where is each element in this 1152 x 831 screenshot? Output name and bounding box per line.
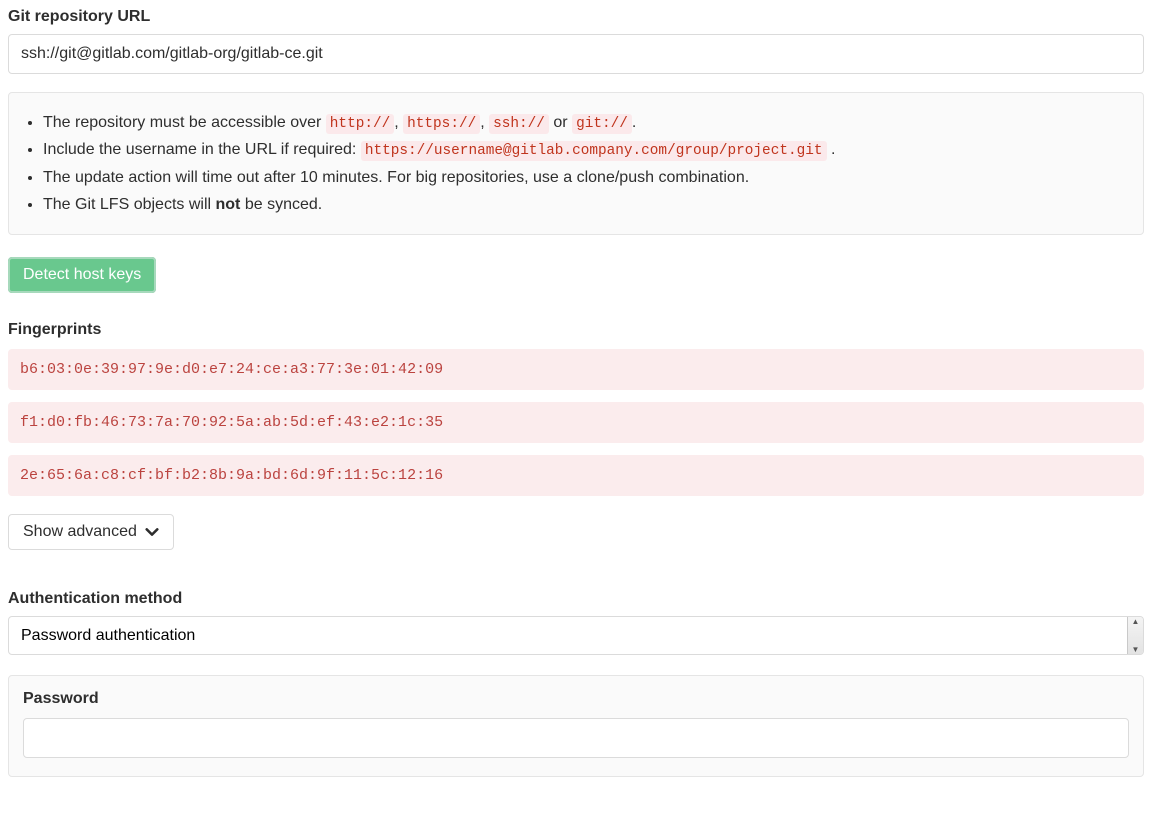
repo-url-input[interactable] [8,34,1144,74]
fingerprint-item: f1:d0:fb:46:73:7a:70:92:5a:ab:5d:ef:43:e… [8,402,1144,443]
help-item-protocols: The repository must be accessible over h… [43,109,1125,136]
show-advanced-button[interactable]: Show advanced [8,514,174,550]
help-item-username: Include the username in the URL if requi… [43,136,1125,163]
help-item-timeout: The update action will time out after 10… [43,164,1125,191]
fingerprint-item: b6:03:0e:39:97:9e:d0:e7:24:ce:a3:77:3e:0… [8,349,1144,390]
auth-method-label: Authentication method [8,590,1144,608]
code-ssh: ssh:// [489,114,549,134]
fingerprint-item: 2e:65:6a:c8:cf:bf:b2:8b:9a:bd:6d:9f:11:5… [8,455,1144,496]
password-label: Password [23,690,1129,708]
code-git: git:// [572,114,632,134]
password-input[interactable] [23,718,1129,758]
help-item-lfs: The Git LFS objects will not be synced. [43,191,1125,218]
password-panel: Password [8,675,1144,777]
repo-url-label: Git repository URL [8,8,1144,26]
code-http: http:// [326,114,394,134]
code-https: https:// [403,114,480,134]
fingerprints-label: Fingerprints [8,321,1144,339]
chevron-down-icon [145,525,159,539]
repo-help-well: The repository must be accessible over h… [8,92,1144,235]
detect-host-keys-button[interactable]: Detect host keys [8,257,156,293]
auth-method-select[interactable]: Password authentication [8,616,1144,655]
show-advanced-label: Show advanced [23,523,137,541]
code-example-url: https://username@gitlab.company.com/grou… [361,141,827,161]
